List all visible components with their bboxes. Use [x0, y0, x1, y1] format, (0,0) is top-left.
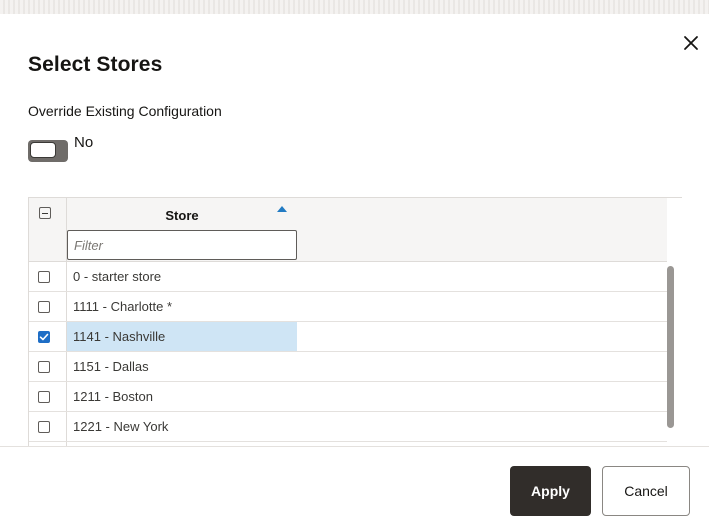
checkmark-icon: [39, 333, 49, 341]
table-body: 0 - starter store 1111 - Charlotte * 1141 …: [29, 262, 667, 447]
store-cell: 1211 - Boston: [73, 389, 153, 404]
toggle-knob: [30, 142, 56, 158]
table-row[interactable]: 1111 - Charlotte *: [29, 292, 667, 322]
row-checkbox[interactable]: [38, 331, 50, 343]
override-label: Override Existing Configuration: [28, 103, 222, 119]
table-row[interactable]: 1211 - Boston: [29, 382, 667, 412]
table-row[interactable]: 1151 - Dallas: [29, 352, 667, 382]
store-cell: 1111 - Charlotte *: [73, 299, 172, 314]
override-toggle[interactable]: [28, 140, 68, 162]
select-all-checkbox[interactable]: [39, 207, 51, 219]
sort-ascending-icon[interactable]: [277, 206, 287, 212]
store-cell: 1151 - Dallas: [73, 359, 149, 374]
cancel-button[interactable]: Cancel: [602, 466, 690, 516]
dialog-title: Select Stores: [28, 53, 163, 76]
close-icon: [684, 36, 698, 50]
footer-divider: [0, 446, 709, 447]
stores-table: Store 0 - starter store 1111 - Charlotte …: [28, 197, 682, 447]
close-button[interactable]: [678, 30, 704, 56]
row-checkbox[interactable]: [38, 391, 50, 403]
background-strip: [0, 0, 709, 14]
row-checkbox[interactable]: [38, 421, 50, 433]
store-cell: 1221 - New York: [73, 419, 169, 434]
table-row[interactable]: 1141 - Nashville: [29, 322, 667, 352]
row-checkbox[interactable]: [38, 361, 50, 373]
toggle-value-text: No: [74, 134, 94, 151]
table-row[interactable]: 1221 - New York: [29, 412, 667, 442]
store-filter-input[interactable]: [67, 230, 297, 260]
table-row[interactable]: 0 - starter store: [29, 262, 667, 292]
apply-button[interactable]: Apply: [510, 466, 591, 516]
store-cell: 0 - starter store: [73, 269, 162, 284]
row-checkbox[interactable]: [38, 271, 50, 283]
row-checkbox[interactable]: [38, 301, 50, 313]
store-cell: 1141 - Nashville: [67, 322, 297, 351]
scrollbar-thumb[interactable]: [667, 266, 674, 428]
store-column-header[interactable]: Store: [67, 198, 297, 228]
minus-icon: [42, 212, 48, 214]
